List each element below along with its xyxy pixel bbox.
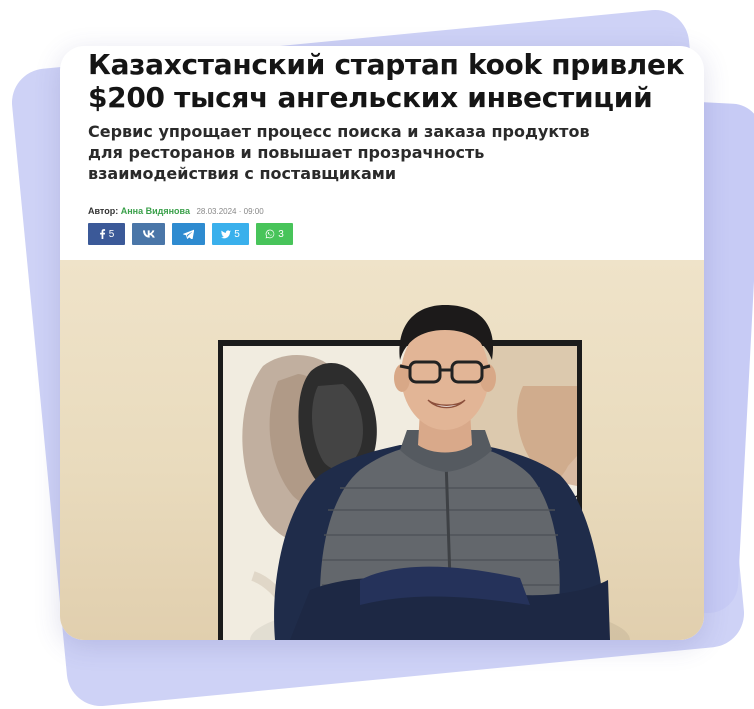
share-vk-button[interactable] <box>132 223 165 245</box>
share-count: 5 <box>234 228 240 240</box>
article-cover-photo <box>60 260 704 640</box>
facebook-icon <box>99 229 105 239</box>
whatsapp-icon <box>265 229 275 239</box>
share-bar: 5 5 3 <box>88 223 293 245</box>
share-twitter-button[interactable]: 5 <box>212 223 249 245</box>
article-card: Казахстанский стартап kook привлек $200 … <box>60 46 704 640</box>
author-label: Автор: <box>88 206 119 216</box>
twitter-icon <box>221 229 232 238</box>
share-telegram-button[interactable] <box>172 223 205 245</box>
share-facebook-button[interactable]: 5 <box>88 223 125 245</box>
share-whatsapp-button[interactable]: 3 <box>256 223 293 245</box>
article-headline: Казахстанский стартап kook привлек $200 … <box>88 48 685 114</box>
article-meta: Автор: Анна Видянова 28.03.2024 · 09:00 <box>88 206 264 216</box>
author-link[interactable]: Анна Видянова <box>121 206 190 216</box>
vk-icon <box>142 230 155 238</box>
article-lead: Сервис упрощает процесс поиска и заказа … <box>88 122 590 183</box>
share-count: 3 <box>278 228 284 240</box>
share-count: 5 <box>108 228 115 240</box>
telegram-icon <box>183 229 194 239</box>
person-portrait <box>250 305 630 640</box>
publish-date: 28.03.2024 · 09:00 <box>196 207 264 216</box>
